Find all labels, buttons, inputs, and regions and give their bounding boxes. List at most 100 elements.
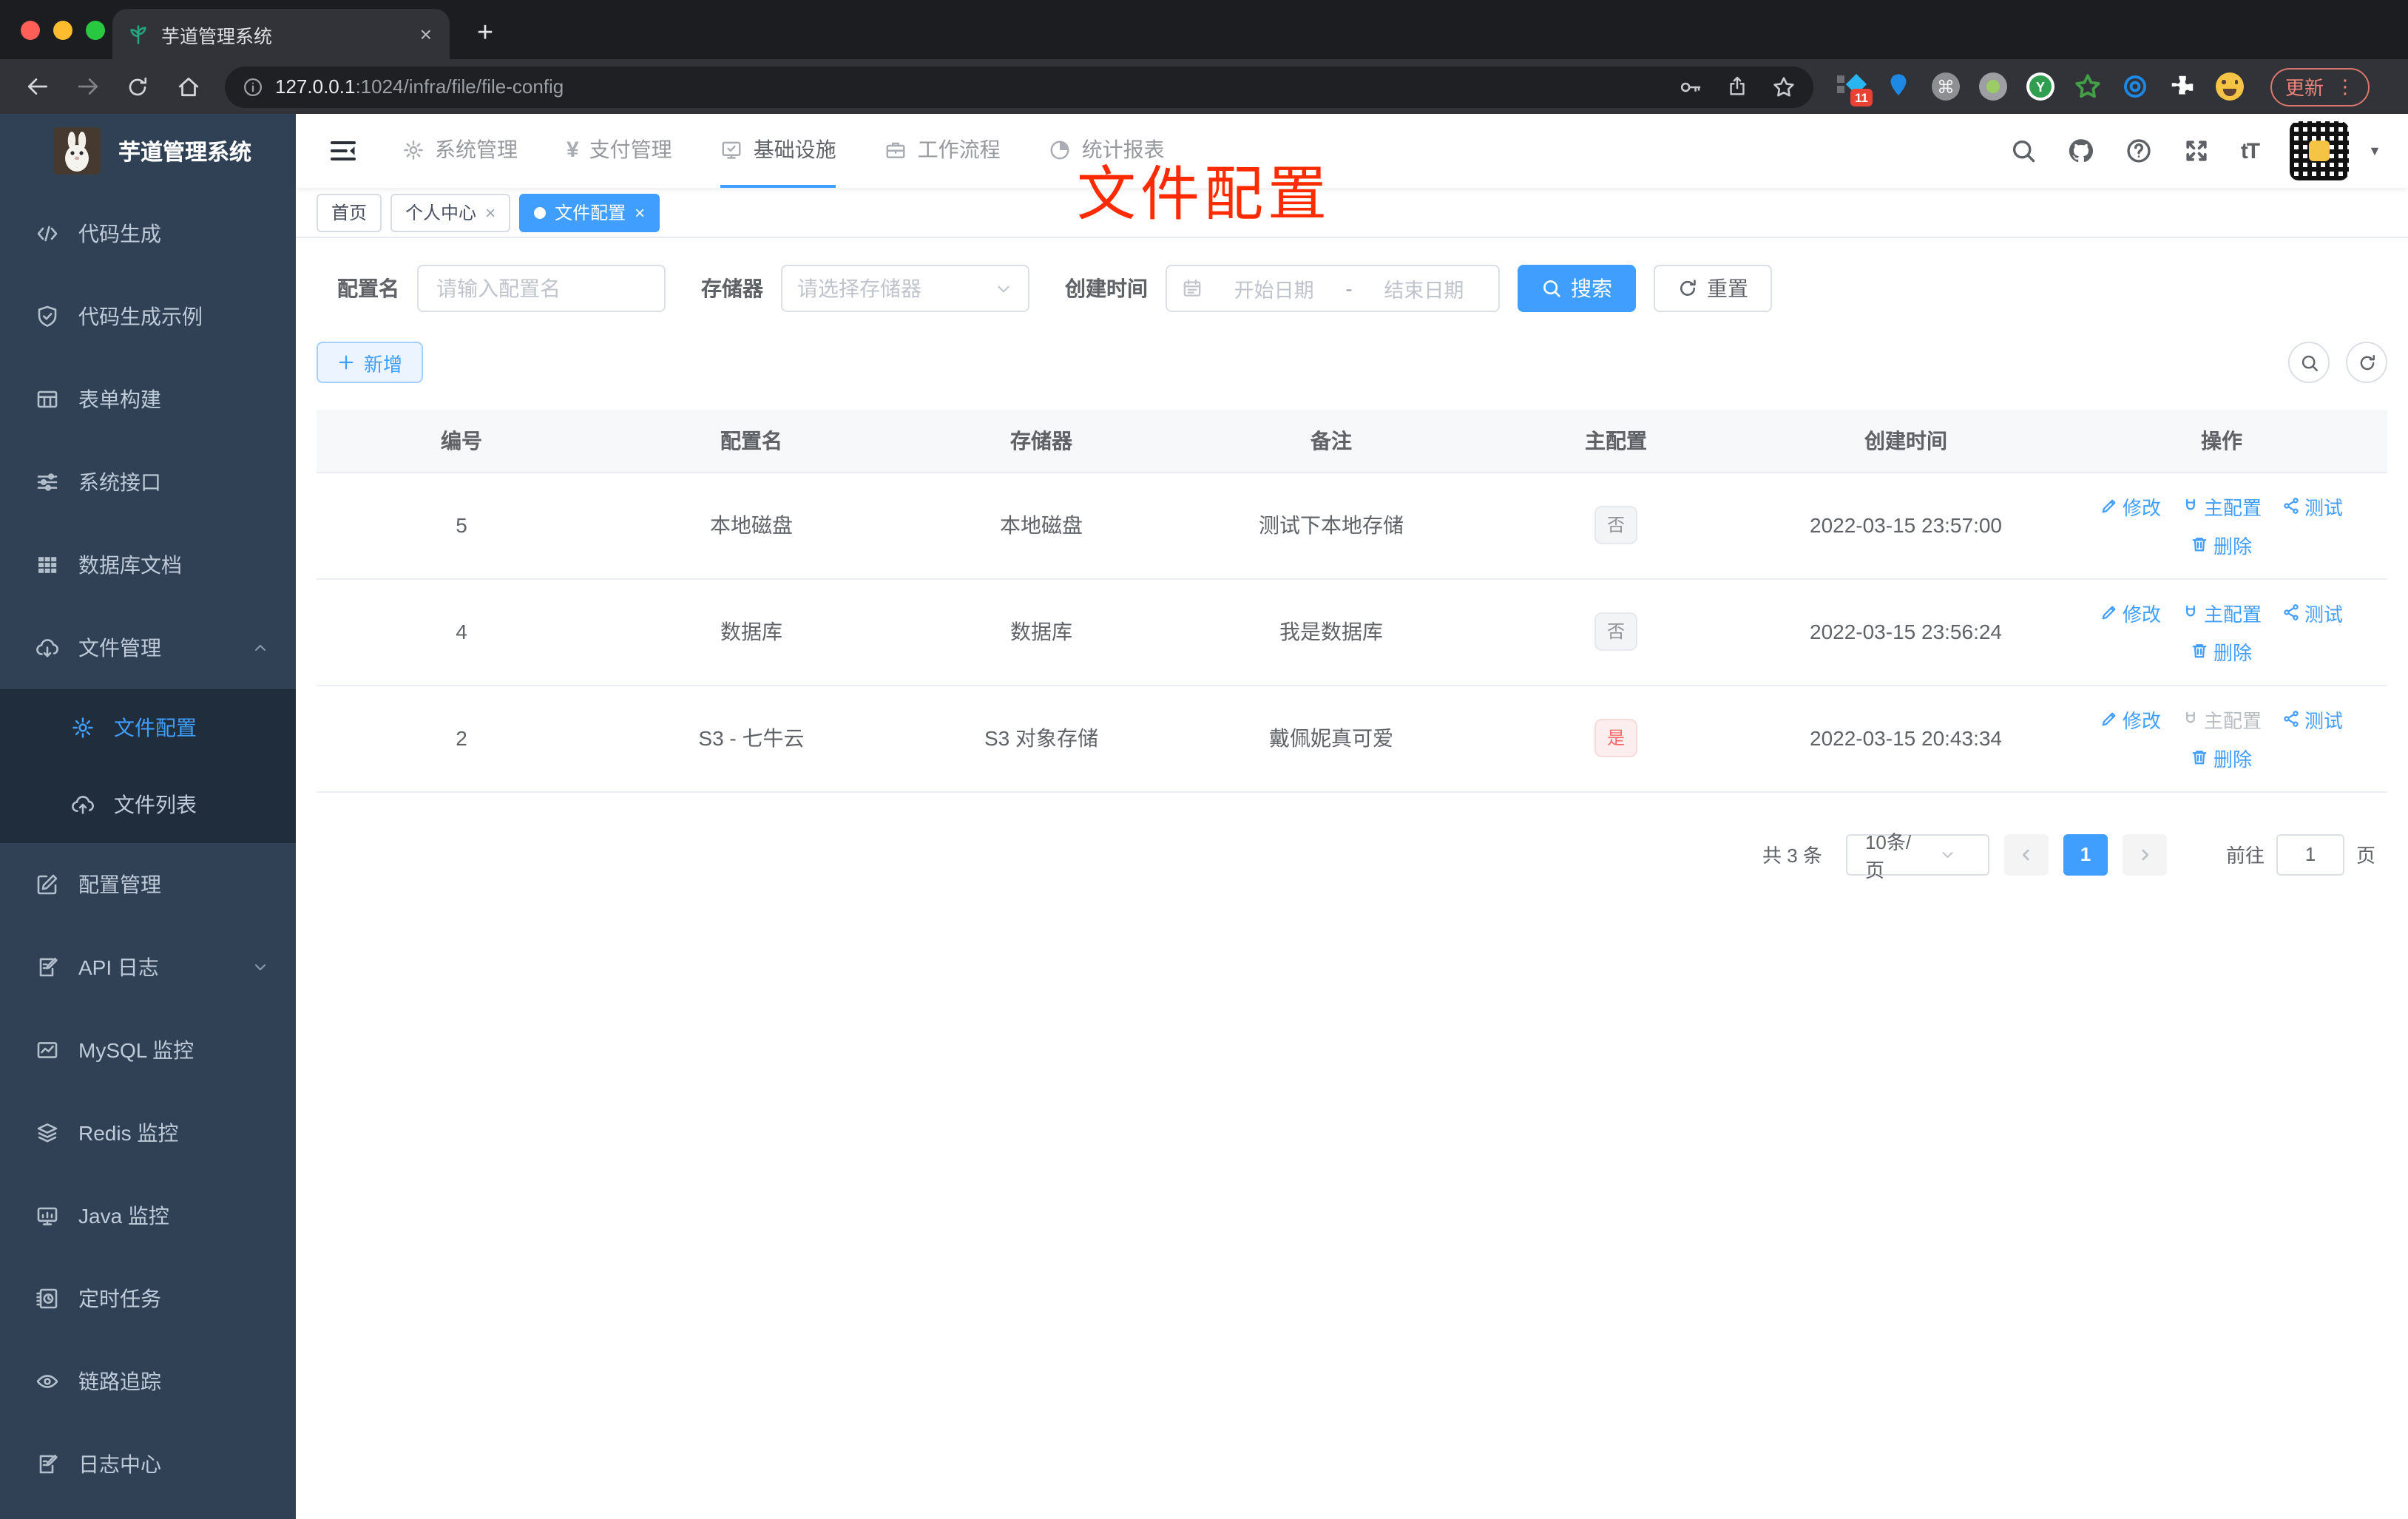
sidebar-item-file-list[interactable]: 文件列表 — [0, 766, 296, 843]
master-link[interactable]: 主配置 — [2182, 598, 2262, 626]
next-page-button[interactable] — [2122, 833, 2167, 875]
gear-icon — [402, 138, 425, 160]
extension-wallet-icon[interactable]: 11 — [1837, 72, 1873, 106]
sidebar-item-code-demo[interactable]: 代码生成示例 — [0, 275, 296, 358]
tag-close-icon[interactable]: × — [635, 202, 645, 223]
new-tab-button[interactable]: + — [464, 13, 506, 55]
sidebar-item-api-log[interactable]: API 日志 — [0, 926, 296, 1009]
delete-link[interactable]: 删除 — [2191, 743, 2252, 771]
app-title: 芋道管理系统 — [118, 140, 252, 165]
table-refresh-button[interactable] — [2346, 342, 2387, 383]
overflow-menu-icon[interactable]: ⋮ — [2336, 75, 2355, 98]
forward-button[interactable] — [65, 64, 109, 109]
sidebar-item-file-config[interactable]: 文件配置 — [0, 689, 296, 766]
test-link[interactable]: 测试 — [2282, 705, 2343, 733]
close-window-button[interactable] — [21, 21, 40, 40]
favicon-plant-icon — [127, 23, 149, 45]
extension-v-icon[interactable]: Y — [2026, 72, 2054, 101]
briefcase-icon — [885, 138, 907, 160]
prev-page-button[interactable] — [2003, 833, 2049, 875]
pagination: 共 3 条 10条/页 1 前往 页 — [317, 830, 2387, 881]
url-bar[interactable]: 127.0.0.1:1024/infra/file/file-config — [225, 66, 1813, 107]
sidebar-item-config-management[interactable]: 配置管理 — [0, 843, 296, 926]
edit-link[interactable]: 修改 — [2100, 492, 2161, 520]
tag-home[interactable]: 首页 — [317, 193, 382, 231]
github-icon[interactable] — [2068, 138, 2094, 164]
app-logo[interactable]: 芋道管理系统 — [0, 114, 296, 188]
reset-button[interactable]: 重置 — [1654, 265, 1772, 312]
window-controls[interactable] — [21, 21, 105, 40]
table-search-button[interactable] — [2288, 342, 2330, 383]
page-number-button[interactable]: 1 — [2063, 833, 2108, 875]
add-button[interactable]: 新增 — [317, 342, 424, 383]
extension-star-icon[interactable] — [2074, 72, 2102, 101]
extension-rings-icon[interactable] — [2121, 72, 2149, 101]
user-avatar[interactable] — [2290, 121, 2350, 180]
test-link[interactable]: 测试 — [2282, 598, 2343, 626]
top-menu-report[interactable]: 统计报表 — [1049, 114, 1165, 188]
goto-page-input[interactable] — [2276, 833, 2344, 875]
sidebar-item-db-doc[interactable]: 数据库文档 — [0, 524, 296, 606]
back-button[interactable] — [15, 64, 59, 109]
test-link[interactable]: 测试 — [2282, 492, 2343, 520]
sidebar-item-log-center[interactable]: 日志中心 — [0, 1423, 296, 1506]
user-caret-down-icon[interactable]: ▼ — [2368, 143, 2381, 158]
edit-link[interactable]: 修改 — [2100, 598, 2161, 626]
date-range-input[interactable]: 开始日期 - 结束日期 — [1166, 265, 1500, 312]
edit-link[interactable]: 修改 — [2100, 705, 2161, 733]
col-storage: 存储器 — [896, 410, 1186, 473]
home-button[interactable] — [166, 64, 210, 109]
minimize-window-button[interactable] — [53, 21, 72, 40]
storage-select[interactable]: 请选择存储器 — [781, 265, 1029, 312]
top-menu-infra[interactable]: 基础设施 — [720, 114, 836, 188]
sidebar-collapse-button[interactable] — [328, 136, 358, 166]
search-icon — [2299, 353, 2319, 372]
share-icon[interactable] — [1726, 75, 1748, 98]
delete-link[interactable]: 删除 — [2191, 530, 2252, 558]
delete-link[interactable]: 删除 — [2191, 637, 2252, 665]
top-menu-workflow[interactable]: 工作流程 — [885, 114, 1001, 188]
tag-file-config[interactable]: 文件配置 × — [519, 193, 660, 231]
site-info-icon[interactable] — [243, 76, 263, 97]
tag-profile[interactable]: 个人中心 × — [390, 193, 511, 231]
extensions-puzzle-icon[interactable] — [2168, 72, 2196, 101]
zoom-window-button[interactable] — [86, 21, 105, 40]
sidebar-item-redis-monitor[interactable]: Redis 监控 — [0, 1092, 296, 1174]
sidebar-item-code-gen[interactable]: 代码生成 — [0, 192, 296, 275]
shield-check-icon — [35, 305, 59, 328]
end-date-placeholder[interactable]: 结束日期 — [1364, 274, 1484, 303]
help-icon[interactable] — [2125, 138, 2152, 164]
password-key-icon[interactable] — [1679, 75, 1702, 98]
sidebar-item-system-api[interactable]: 系统接口 — [0, 441, 296, 524]
bookmark-star-icon[interactable] — [1772, 75, 1796, 98]
search-icon[interactable] — [2010, 138, 2037, 164]
sidebar-item-form-builder[interactable]: 表单构建 — [0, 358, 296, 441]
extension-green-dot-icon[interactable] — [1979, 72, 2007, 101]
reload-button[interactable] — [115, 64, 160, 109]
config-name-input[interactable] — [417, 265, 666, 312]
top-menu-pay[interactable]: ¥ 支付管理 — [567, 114, 672, 188]
font-size-button[interactable]: tT — [2241, 138, 2260, 163]
sidebar-item-file-management[interactable]: 文件管理 — [0, 606, 296, 689]
sidebar-item-java-monitor[interactable]: Java 监控 — [0, 1174, 296, 1257]
tags-view-bar: 首页 个人中心 × 文件配置 × — [296, 188, 2408, 238]
trash-icon — [2191, 748, 2209, 766]
fullscreen-icon[interactable] — [2183, 138, 2210, 164]
top-menu-system[interactable]: 系统管理 — [402, 114, 518, 188]
page-size-select[interactable]: 10条/页 — [1845, 830, 1989, 881]
master-link[interactable]: 主配置 — [2182, 492, 2262, 520]
top-menu: 系统管理 ¥ 支付管理 基础设施 工作流程 统计报表 — [402, 114, 1214, 188]
browser-update-button[interactable]: 更新 ⋮ — [2270, 67, 2370, 106]
search-button[interactable]: 搜索 — [1518, 265, 1636, 312]
browser-tab[interactable]: 芋道管理系统 × — [112, 9, 450, 59]
sidebar: 芋道管理系统 代码生成 代码生成示例 表单构建 系统接口 数据库文档 文件管理 … — [0, 114, 296, 1519]
extension-balloon-icon[interactable] — [1884, 72, 1912, 101]
sidebar-item-scheduled-tasks[interactable]: 定时任务 — [0, 1257, 296, 1340]
sidebar-item-mysql-monitor[interactable]: MySQL 监控 — [0, 1009, 296, 1092]
sidebar-item-tracing[interactable]: 链路追踪 — [0, 1340, 296, 1423]
extension-command-icon[interactable]: ⌘ — [1932, 72, 1960, 101]
extension-emoji-icon[interactable] — [2216, 72, 2244, 101]
tag-close-icon[interactable]: × — [485, 202, 496, 223]
tab-close-icon[interactable]: × — [417, 22, 435, 46]
start-date-placeholder[interactable]: 开始日期 — [1214, 274, 1333, 303]
